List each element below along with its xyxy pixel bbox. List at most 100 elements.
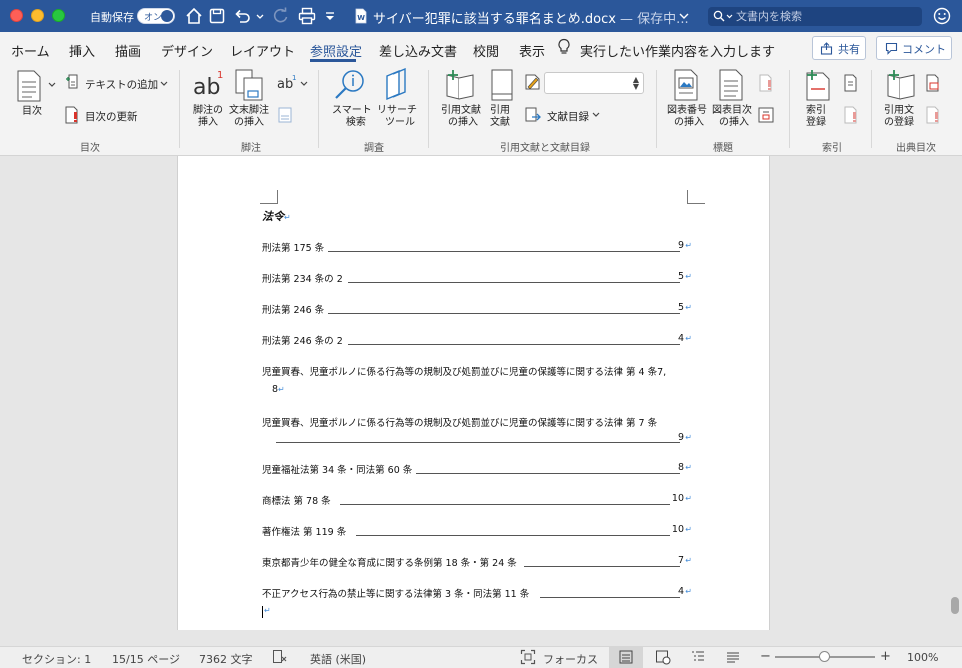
update-table-of-authorities-icon[interactable] xyxy=(925,106,941,124)
tab-insert[interactable]: 挿入 xyxy=(69,41,95,60)
mark-citation-icon[interactable] xyxy=(885,69,917,101)
insert-footnote-icon[interactable]: ab1 xyxy=(192,68,224,100)
undo-icon[interactable] xyxy=(232,6,252,26)
zoom-in-button[interactable]: + xyxy=(880,649,891,664)
toa-entry[interactable]: 不正アクセス行為の禁止等に関する法律第 3 条・同法第 11 条 4 ↵ xyxy=(262,586,692,600)
share-icon xyxy=(820,42,833,55)
tell-me-input[interactable]: 実行したい作業内容を入力します xyxy=(580,41,775,60)
minimize-window-button[interactable] xyxy=(31,9,44,22)
customize-toolbar-icon[interactable] xyxy=(322,6,338,26)
tab-view[interactable]: 表示 xyxy=(519,41,545,60)
autosave-toggle[interactable]: オン xyxy=(137,8,175,24)
close-window-button[interactable] xyxy=(10,9,23,22)
insert-table-of-figures-label[interactable]: 図表目次 の挿入 xyxy=(712,105,752,129)
tab-layout[interactable]: レイアウト xyxy=(230,41,295,60)
vertical-scrollbar-thumb[interactable] xyxy=(951,597,959,614)
bibliography-button[interactable]: 文献目録 xyxy=(547,109,589,124)
manage-sources-icon[interactable] xyxy=(490,69,514,101)
word-count[interactable]: 7362 文字 xyxy=(199,651,253,667)
toa-entry[interactable]: 東京都青少年の健全な育成に関する条例第 18 条・第 24 条 7 ↵ xyxy=(262,555,692,569)
toa-entry[interactable]: 著作権法 第 119 条 10 ↵ xyxy=(262,524,692,538)
tab-draw[interactable]: 描画 xyxy=(115,41,141,60)
print-icon[interactable] xyxy=(297,6,317,26)
style-pen-icon[interactable] xyxy=(524,73,542,91)
mark-entry-label[interactable]: 索引 登録 xyxy=(806,105,826,129)
document-page[interactable]: 法令↵ 刑法第 175 条 9 ↵ 刑法第 234 条の 2 5 ↵ 刑法第 2… xyxy=(177,156,770,630)
feedback-smile-icon[interactable] xyxy=(933,7,951,25)
search-box[interactable] xyxy=(708,7,922,26)
insert-index-icon[interactable] xyxy=(843,74,859,92)
toa-entry[interactable]: 刑法第 246 条の 2 4 ↵ xyxy=(262,333,692,347)
save-icon[interactable] xyxy=(207,6,227,26)
citation-style-select[interactable]: ▲ ▼ xyxy=(544,72,644,94)
comment-button[interactable]: コメント xyxy=(876,36,952,60)
toa-entry[interactable]: 商標法 第 78 条 10 ↵ xyxy=(262,493,692,507)
zoom-level[interactable]: 100% xyxy=(907,651,938,664)
tab-review[interactable]: 校閲 xyxy=(473,41,499,60)
maximize-window-button[interactable] xyxy=(52,9,65,22)
update-toc-button[interactable]: 目次の更新 xyxy=(85,109,138,124)
toc-button-label[interactable]: 目次 xyxy=(22,106,42,118)
toa-entry[interactable]: 児童福祉法第 34 条・同法第 60 条 8 ↵ xyxy=(262,462,692,476)
focus-button[interactable]: フォーカス xyxy=(543,651,598,667)
add-text-chevron-icon[interactable] xyxy=(159,79,169,89)
toc-dropdown-chevron-icon[interactable] xyxy=(47,80,57,90)
show-notes-icon[interactable] xyxy=(277,106,293,124)
researcher-label[interactable]: リサーチ ツール xyxy=(377,105,417,129)
toa-entry[interactable]: 刑法第 246 条 5 ↵ xyxy=(262,302,692,316)
insert-caption-icon[interactable] xyxy=(673,69,699,101)
web-layout-view-icon[interactable] xyxy=(655,649,671,665)
mark-citation-label[interactable]: 引用文 の登録 xyxy=(884,105,914,129)
tab-references[interactable]: 参照設定 xyxy=(310,41,362,60)
manage-sources-label[interactable]: 引用 文献 xyxy=(490,105,510,129)
cross-reference-icon[interactable] xyxy=(758,106,774,124)
add-text-icon[interactable] xyxy=(64,74,80,92)
insert-table-of-figures-icon[interactable] xyxy=(718,69,744,101)
toa-entry[interactable]: 刑法第 234 条の 2 5 ↵ xyxy=(262,271,692,285)
draft-view-icon[interactable] xyxy=(725,649,741,665)
tab-mailings[interactable]: 差し込み文書 xyxy=(379,41,457,60)
toa-entry[interactable]: 児童買春、児童ポルノに係る行為等の規制及び処罰並びに児童の保護等に関する法律 第… xyxy=(262,364,692,400)
insert-table-of-authorities-icon[interactable] xyxy=(925,74,941,92)
next-footnote-icon[interactable]: ab1 xyxy=(277,73,299,91)
language-indicator[interactable]: 英語 (米国) xyxy=(310,651,366,667)
paragraph-mark: ↵ xyxy=(278,385,285,394)
focus-icon[interactable] xyxy=(520,649,536,665)
update-toc-icon[interactable] xyxy=(64,106,80,124)
toa-leader-line xyxy=(524,566,680,567)
redo-icon[interactable] xyxy=(271,6,291,26)
search-input[interactable] xyxy=(736,9,916,24)
tab-design[interactable]: デザイン xyxy=(161,41,213,60)
smart-lookup-label[interactable]: スマート 検索 xyxy=(332,105,372,129)
share-button[interactable]: 共有 xyxy=(812,36,866,60)
toa-entry[interactable]: 刑法第 175 条 9 ↵ xyxy=(262,240,692,254)
insert-caption-label[interactable]: 図表番号 の挿入 xyxy=(667,105,707,129)
insert-endnote-label[interactable]: 文末脚注 の挿入 xyxy=(229,105,269,129)
insert-footnote-label[interactable]: 脚注の 挿入 xyxy=(193,105,223,129)
mark-entry-icon[interactable] xyxy=(803,69,831,101)
update-index-icon[interactable] xyxy=(843,106,859,124)
insert-endnote-icon[interactable] xyxy=(234,69,266,101)
smart-lookup-icon[interactable] xyxy=(333,68,367,102)
tab-home[interactable]: ホーム xyxy=(11,41,50,60)
next-footnote-chevron-icon[interactable] xyxy=(299,79,309,89)
page-count[interactable]: 15/15 ページ xyxy=(112,651,180,667)
home-icon[interactable] xyxy=(184,6,204,26)
zoom-out-button[interactable]: − xyxy=(760,649,771,664)
outline-view-icon[interactable] xyxy=(690,649,706,665)
toa-entry[interactable]: 児童買春、児童ポルノに係る行為等の規制及び処罰並びに児童の保護等に関する法律 第… xyxy=(262,415,692,445)
insert-citation-icon[interactable] xyxy=(444,69,476,101)
undo-dropdown-chevron-icon[interactable] xyxy=(254,6,266,26)
zoom-slider-thumb[interactable] xyxy=(819,651,830,662)
update-table-icon[interactable] xyxy=(758,74,774,92)
add-text-button[interactable]: テキストの追加 xyxy=(85,77,158,92)
bibliography-chevron-icon[interactable] xyxy=(591,110,601,120)
section-indicator[interactable]: セクション: 1 xyxy=(22,651,91,667)
insert-citation-label[interactable]: 引用文献 の挿入 xyxy=(441,105,481,129)
title-dropdown-chevron-icon[interactable] xyxy=(677,6,691,26)
print-layout-view-icon[interactable] xyxy=(618,649,634,665)
bibliography-icon[interactable] xyxy=(524,106,542,124)
researcher-icon[interactable] xyxy=(383,68,411,102)
proofing-icon[interactable] xyxy=(272,649,288,665)
table-of-contents-icon[interactable] xyxy=(16,70,42,102)
